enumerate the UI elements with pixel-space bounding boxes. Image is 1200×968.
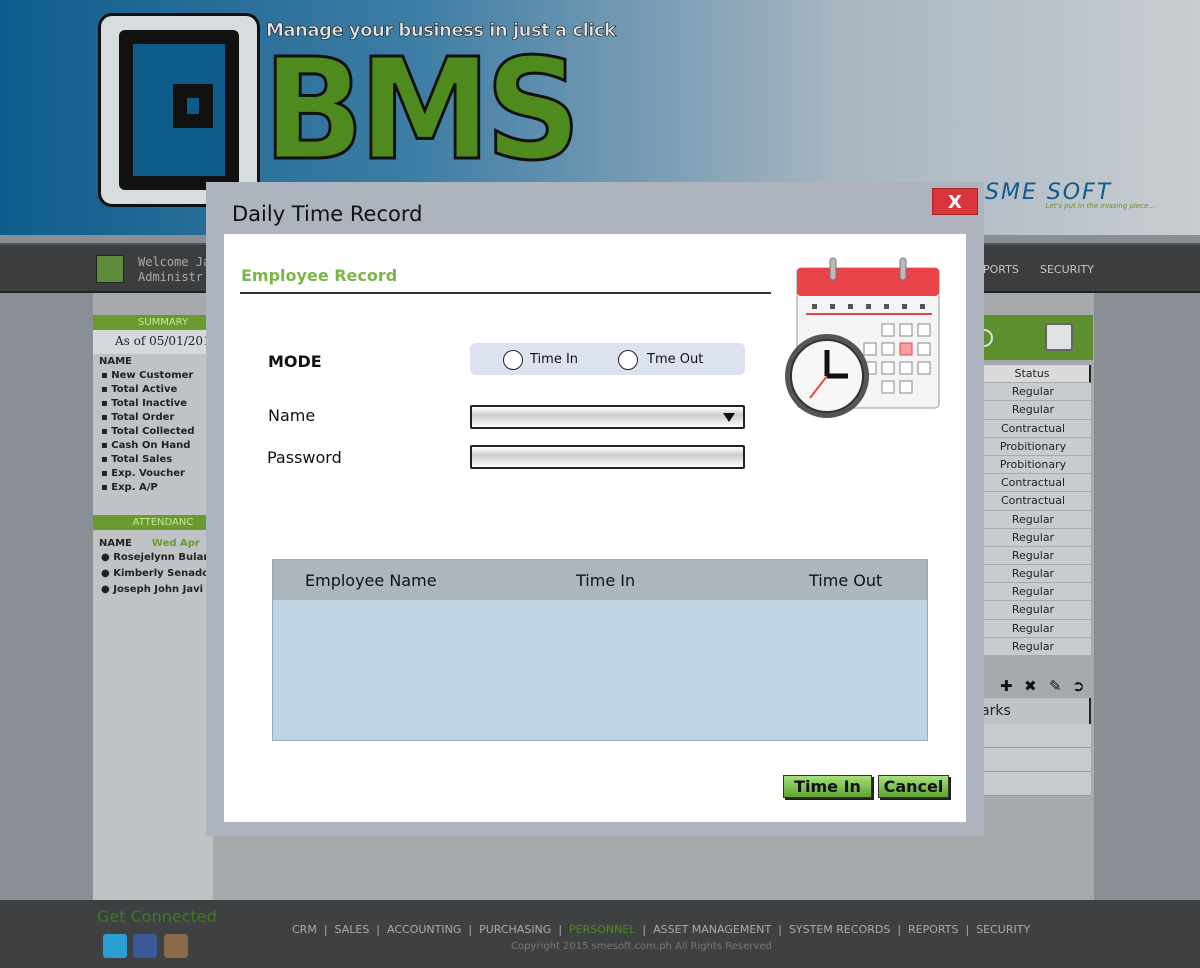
mode-radio-group: Time In Tme Out [470,343,745,375]
status-cell[interactable]: Contractual [975,474,1091,493]
radio-time-in[interactable] [503,350,523,370]
user-role: Administr [138,270,204,284]
footer-link-purchasing[interactable]: PURCHASING [479,923,551,936]
get-connected-label: Get Connected [97,907,217,926]
status-header[interactable]: Status [975,365,1091,384]
password-label: Password [267,448,342,467]
print-icon[interactable] [1045,323,1073,351]
time-in-button[interactable]: Time In [783,775,872,798]
status-cell[interactable]: Regular [975,510,1091,529]
dialog-title: Daily Time Record [232,202,423,226]
summary-item[interactable]: ▪ Total Order [93,411,213,425]
status-cell[interactable]: Regular [975,583,1091,602]
remarks-table: arks [975,698,1091,798]
status-cell[interactable]: Regular [975,383,1091,402]
left-sidebar: SUMMARY As of 05/01/201 NAME ▪ New Custo… [93,315,213,900]
daily-time-record-dialog: Daily Time Record X Employee Record MODE… [206,182,984,836]
summary-header: SUMMARY [93,315,213,330]
summary-item[interactable]: ▪ Total Inactive [93,397,213,411]
delete-icon[interactable]: ✖ [1024,677,1037,695]
status-cell[interactable]: Regular [975,546,1091,566]
remarks-header: arks [975,698,1091,724]
sme-soft-logo: SME SOFT Let's put in the missing piece.… [985,180,1155,214]
col-time-out[interactable]: Time Out [809,571,882,590]
ebms-logo-e [98,13,260,207]
status-cell[interactable]: Regular [975,619,1091,638]
radio-time-out-label[interactable]: Tme Out [647,352,703,367]
summary-item[interactable]: ▪ Total Active [93,383,213,397]
twitter-icon[interactable] [103,934,127,958]
remarks-row[interactable] [975,748,1091,772]
col-time-in[interactable]: Time In [576,571,635,590]
footer-link-sales[interactable]: SALES [335,923,370,936]
table-header: Employee Name Time In Time Out [273,560,927,600]
section-divider [240,292,771,294]
status-cell[interactable]: Regular [975,601,1091,620]
chevron-down-icon[interactable] [723,413,735,422]
page-footer: Get Connected CRM | SALES | ACCOUNTING |… [0,900,1200,968]
summary-col-name: NAME [99,356,132,367]
copyright: Copyright 2015 smesoft.com.ph All Rights… [511,941,772,952]
name-select[interactable] [470,405,745,429]
status-cell[interactable]: Regular [975,565,1091,584]
section-title: Employee Record [241,266,398,285]
next-icon[interactable]: ➲ [1072,677,1085,695]
footer-link-crm[interactable]: CRM [292,923,317,936]
footer-link-security[interactable]: SECURITY [976,923,1030,936]
footer-link-system-records[interactable]: SYSTEM RECORDS [789,923,890,936]
col-employee-name[interactable]: Employee Name [305,571,437,590]
footer-link-asset-management[interactable]: ASSET MANAGEMENT [653,923,771,936]
time-record-table: Employee Name Time In Time Out [272,559,928,741]
welcome-text: Welcome Ja [138,255,211,269]
footer-links: CRM | SALES | ACCOUNTING | PURCHASING | … [292,923,1031,936]
attendance-person[interactable]: ● Rosejelynn Bular [93,551,213,567]
nav-security[interactable]: SECURITY [1040,263,1094,276]
footer-link-reports[interactable]: REPORTS [908,923,958,936]
attendance-header: ATTENDANC [93,515,213,530]
footer-link-personnel[interactable]: PERSONNEL [569,923,635,936]
sme-soft-tagline: Let's put in the missing piece... [1045,202,1155,210]
mode-label: MODE [268,352,322,371]
status-cell[interactable]: Contractual [975,492,1091,511]
radio-time-out[interactable] [618,350,638,370]
summary-item[interactable]: ▪ Cash On Hand [93,439,213,453]
status-cell[interactable]: Regular [975,401,1091,420]
close-button[interactable]: X [932,188,978,215]
cancel-button[interactable]: Cancel [878,775,949,798]
instagram-icon[interactable] [164,934,188,958]
summary-item[interactable]: ▪ New Customer [93,369,213,383]
status-column: Status Regular Regular Contractual Probi… [975,365,1091,656]
summary-item[interactable]: ▪ Total Sales [93,453,213,467]
user-avatar-icon [96,255,124,283]
attendance-col-name: NAME Wed Apr [99,538,200,549]
status-cell[interactable]: Probitionary [975,455,1091,475]
name-label: Name [268,406,316,425]
dialog-body: Employee Record MODE Time In Tme Out Nam… [224,234,966,822]
add-icon[interactable]: ✚ [1000,677,1013,695]
status-cell[interactable]: Regular [975,528,1091,547]
footer-link-accounting[interactable]: ACCOUNTING [387,923,461,936]
attendance-person[interactable]: ● Kimberly Senado [93,567,213,583]
summary-item[interactable]: ▪ Total Collected [93,425,213,439]
radio-time-in-label[interactable]: Time In [530,352,578,367]
attendance-date: Wed Apr [151,538,200,549]
remarks-toolbar: ✚ ✖ ✎ ➲ [975,673,1093,699]
remarks-row[interactable] [975,772,1091,796]
password-field[interactable] [470,445,745,469]
remarks-row[interactable] [975,724,1091,748]
facebook-icon[interactable] [133,934,157,958]
summary-item[interactable]: ▪ Exp. A/P [93,481,213,495]
ebms-logo-text: BMS [262,29,583,192]
status-cell[interactable]: Probitionary [975,437,1091,456]
summary-item[interactable]: ▪ Exp. Voucher [93,467,213,481]
nav-reports[interactable]: PORTS [983,263,1019,276]
calendar-clock-icon [785,257,940,418]
toolbar-green [975,315,1093,360]
attendance-person[interactable]: ● Joseph John Javi [93,583,213,599]
status-cell[interactable]: Contractual [975,419,1091,438]
edit-icon[interactable]: ✎ [1049,677,1062,695]
summary-as-of: As of 05/01/201 [93,330,213,354]
status-cell[interactable]: Regular [975,637,1091,656]
